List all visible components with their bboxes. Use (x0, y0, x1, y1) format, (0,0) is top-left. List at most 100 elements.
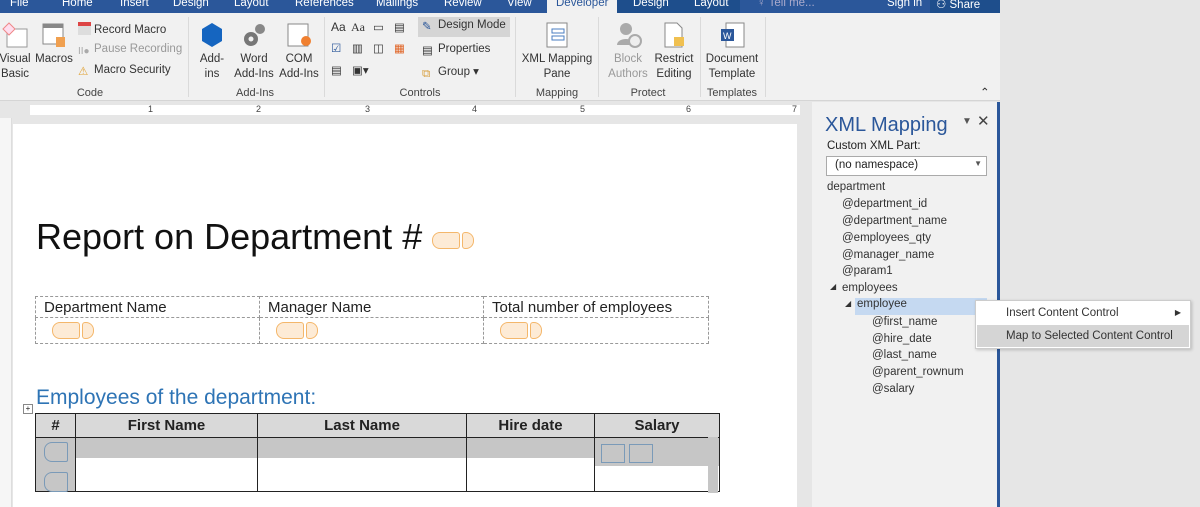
tab-table-design[interactable]: Design (633, 0, 669, 9)
macro-security-button[interactable]: ⚠ Macro Security (78, 64, 171, 78)
rich-text-control[interactable]: Aa (331, 20, 346, 34)
tell-me-input[interactable]: ♀ Tell me... (757, 0, 815, 9)
tree-node[interactable]: @salary (872, 383, 914, 395)
context-menu: Insert Content Control ▶ Map to Selected … (975, 300, 1191, 349)
group-addins: Add-Ins (236, 87, 274, 99)
manager-name-cc[interactable] (259, 317, 484, 344)
tree-node-selected[interactable]: employee (855, 298, 987, 315)
custom-xml-part-label: Custom XML Part: (827, 140, 921, 152)
macros-icon (42, 23, 65, 47)
department-info-table: Department Name Manager Name Total numbe… (35, 296, 709, 344)
combo-box-icon[interactable]: ▥ (352, 41, 363, 55)
tree-node[interactable]: @param1 (842, 265, 893, 277)
plain-text-control[interactable]: Aa (351, 20, 365, 35)
record-macro-button[interactable]: Record Macro (78, 22, 166, 36)
ribbon: Visual Basic Macros Record Macro II● Paus… (0, 13, 1000, 101)
tree-node[interactable]: @manager_name (842, 249, 934, 261)
collapse-ribbon-icon[interactable]: ⌃ (980, 85, 990, 99)
sign-in-link[interactable]: Sign in (887, 0, 922, 9)
vertical-ruler (0, 118, 12, 507)
warning-icon: ⚠ (78, 66, 89, 78)
tab-file[interactable]: File (10, 0, 29, 9)
properties-icon: ▤ (422, 45, 433, 57)
header-total-employees: Total number of employees (483, 296, 709, 318)
macros-button[interactable]: Macros (34, 21, 74, 67)
col-salary: Salary (594, 413, 720, 438)
pane-title: XML Mapping (825, 114, 948, 136)
tree-node[interactable]: @department_id (842, 198, 927, 210)
tree-node[interactable]: @parent_rownum (872, 366, 964, 378)
chevron-down-icon: ▼ (974, 159, 982, 168)
close-icon[interactable]: ✕ (977, 112, 990, 130)
restrict-editing-button[interactable]: Restrict Editing (653, 21, 695, 82)
tree-node[interactable]: @hire_date (872, 333, 932, 345)
employees-qty-cc[interactable] (483, 317, 709, 344)
dropdown-list-icon[interactable]: ◫ (373, 41, 384, 55)
tree-node[interactable]: @employees_qty (842, 232, 931, 244)
tree-node[interactable]: @first_name (872, 316, 937, 328)
expand-triangle-icon[interactable]: ◢ (845, 299, 851, 308)
tab-references[interactable]: References (295, 0, 354, 9)
word-add-ins-button[interactable]: Word Add-Ins (232, 21, 276, 82)
gear-icon (244, 24, 265, 46)
tab-developer[interactable]: Developer (556, 0, 608, 9)
group-mapping: Mapping (535, 87, 579, 99)
group-protect: Protect (630, 87, 666, 99)
tab-mailings[interactable]: Mailings (376, 0, 418, 9)
table-move-handle-icon[interactable]: + (23, 404, 33, 414)
group-button[interactable]: ⧉ Group ▾ (422, 64, 479, 81)
pane-options-icon[interactable]: ▼ (962, 116, 972, 127)
ruler-scale[interactable]: 1 2 3 4 5 6 7 (30, 104, 800, 115)
share-button[interactable]: ⚇ Share (936, 0, 980, 11)
date-picker-icon[interactable]: ▦ (394, 41, 405, 55)
tab-home[interactable]: Home (62, 0, 93, 9)
col-hire-date: Hire date (466, 413, 595, 438)
section-heading: Employees of the department: (36, 386, 317, 409)
pause-recording-button[interactable]: II● Pause Recording (78, 43, 182, 59)
report-title[interactable]: Report on Department # (36, 216, 475, 258)
repeating-row[interactable] (35, 437, 720, 492)
xml-mapping-pane-button[interactable]: XML Mapping Pane (518, 21, 596, 82)
custom-xml-part-select[interactable]: (no namespace) ▼ (826, 156, 987, 176)
legacy-tools-icon[interactable]: ▣▾ (352, 63, 369, 77)
tree-node[interactable]: department (827, 181, 885, 193)
word-document-icon: W (721, 22, 745, 48)
tree-node[interactable]: @last_name (872, 349, 937, 361)
tab-view[interactable]: View (507, 0, 532, 9)
xml-mapping-pane: XML Mapping ▼ ✕ Custom XML Part: (no nam… (812, 102, 1000, 507)
building-block-icon[interactable]: ▤ (394, 20, 405, 34)
tab-review[interactable]: Review (444, 0, 482, 9)
expand-triangle-icon[interactable]: ◢ (830, 282, 836, 291)
properties-button[interactable]: ▤ Properties (422, 43, 490, 57)
menu-map-to-selected[interactable]: Map to Selected Content Control (977, 325, 1189, 347)
document-page[interactable]: Report on Department # Department Name M… (13, 124, 797, 507)
tab-table-layout[interactable]: Layout (694, 0, 729, 9)
picture-control-icon[interactable]: ▭ (373, 20, 384, 34)
block-authors-button[interactable]: Block Authors (602, 21, 654, 82)
design-mode-icon: ✎ (422, 21, 432, 33)
employees-table: # First Name Last Name Hire date Salary (35, 413, 720, 492)
xml-mapping-icon (546, 22, 568, 48)
tab-layout[interactable]: Layout (234, 0, 269, 9)
group-controls: Controls (399, 87, 441, 99)
menu-insert-content-control[interactable]: Insert Content Control ▶ (977, 302, 1189, 324)
checkbox-control-icon[interactable]: ☑ (331, 41, 341, 55)
document-template-button[interactable]: W Document Template (702, 21, 762, 82)
com-addin-icon (287, 23, 311, 47)
content-control[interactable] (432, 232, 461, 249)
design-mode-button[interactable]: ✎ Design Mode (418, 17, 510, 37)
tree-node[interactable]: @department_name (842, 215, 947, 227)
com-add-ins-button[interactable]: COM Add-Ins (278, 21, 320, 82)
col-last-name: Last Name (257, 413, 467, 438)
visual-basic-button[interactable]: Visual Basic (0, 21, 34, 82)
tree-node[interactable]: employees (842, 282, 898, 294)
add-ins-button[interactable]: Add-ins (196, 21, 228, 82)
pause-icon: II● (78, 46, 90, 57)
department-name-cc[interactable] (35, 317, 260, 344)
header-department-name: Department Name (35, 296, 260, 318)
visual-basic-icon (2, 22, 28, 48)
record-icon (78, 22, 91, 35)
tab-insert[interactable]: Insert (120, 0, 149, 9)
repeating-section-icon[interactable]: ▤ (331, 63, 342, 77)
tab-design[interactable]: Design (173, 0, 209, 9)
